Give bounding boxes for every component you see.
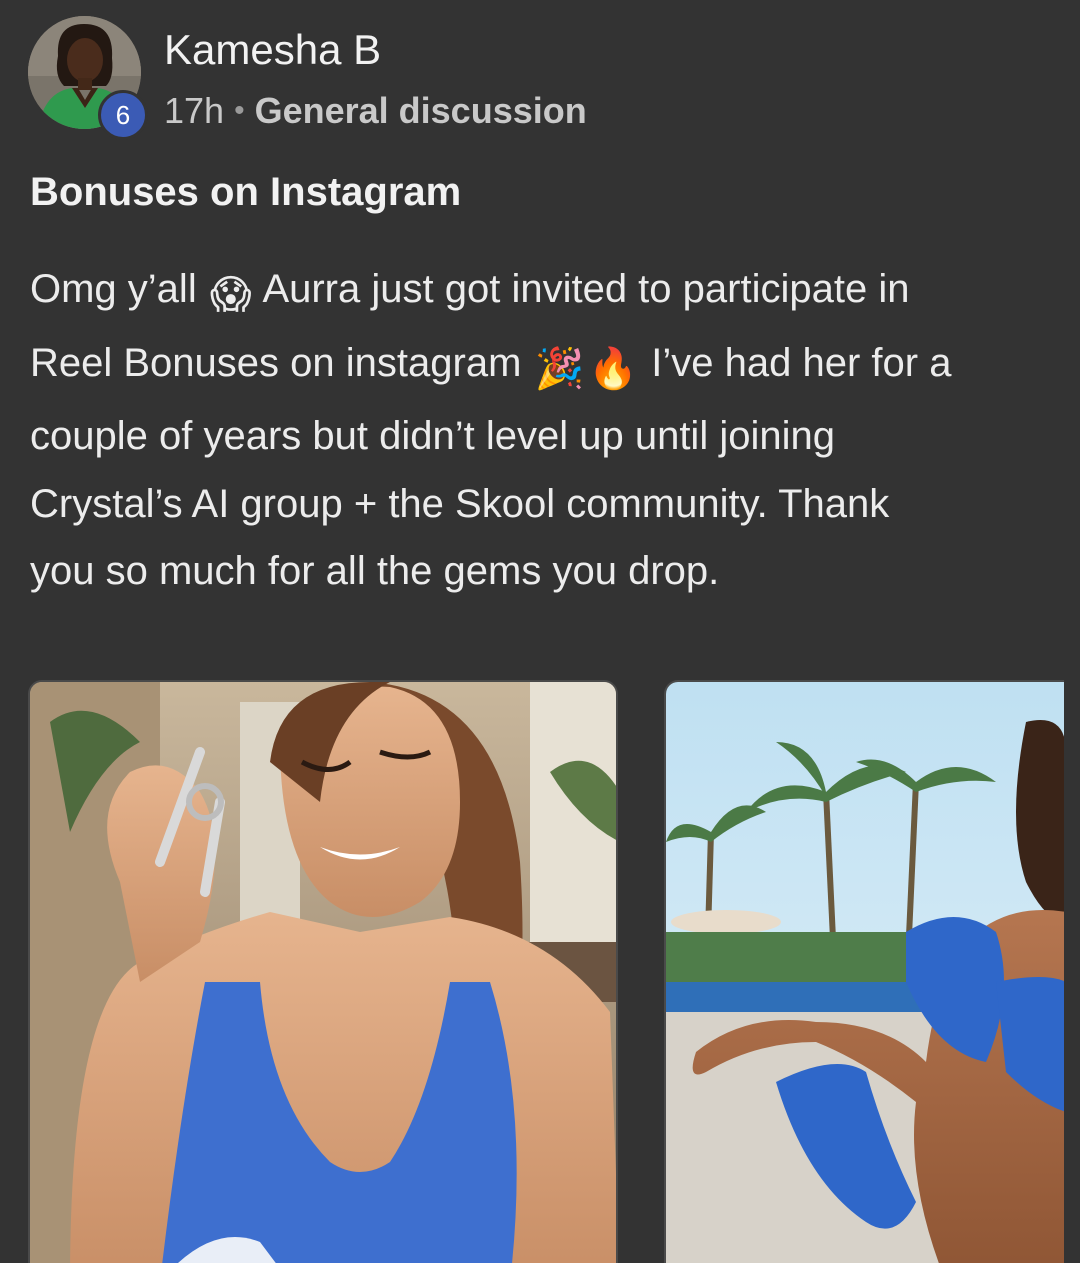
photo-woman-holding-keys-icon — [30, 682, 616, 1263]
meta-separator: • — [234, 94, 245, 127]
body-line: Crystal’s AI group + the Skool community… — [30, 481, 890, 526]
party-popper-emoji-icon: 🎉 — [534, 346, 585, 391]
attachment-image-1[interactable] — [28, 680, 618, 1263]
post-card: 6 Kamesha B 17h • General discussion Bon… — [0, 0, 1080, 1263]
fire-emoji-icon: 🔥 — [588, 346, 639, 391]
body-text: Reel Bonuses on instagram — [30, 340, 522, 385]
body-text: I’ve had her for a — [651, 340, 952, 385]
body-line: couple of years but didn’t level up unti… — [30, 414, 835, 458]
attachment-image-2[interactable] — [664, 680, 1064, 1263]
body-text: Omg y’all — [30, 267, 197, 311]
post-time: 17h — [164, 90, 225, 131]
level-badge: 6 — [98, 90, 148, 140]
body-line: Omg y’all 😱 Aurra just got invited to pa… — [30, 256, 1050, 330]
author-name[interactable]: Kamesha B — [164, 26, 381, 74]
body-line: Reel Bonuses on instagram 🎉 🔥 I’ve had he… — [30, 330, 1050, 404]
scream-emoji-icon: 😱 — [209, 273, 252, 317]
post-title: Bonuses on Instagram — [30, 170, 462, 214]
category-link[interactable]: General discussion — [255, 90, 587, 132]
post-meta: 17h • General discussion — [164, 90, 587, 132]
post-body: Omg y’all 😱 Aurra just got invited to pa… — [30, 256, 1050, 606]
level-number: 6 — [115, 99, 131, 130]
body-line: you so much for all the gems you drop. — [30, 549, 720, 593]
photo-woman-poolside-palm-trees-icon — [666, 682, 1064, 1263]
body-text: Aurra just got invited to participate in — [262, 267, 910, 311]
author-avatar-container: 6 — [28, 16, 148, 140]
